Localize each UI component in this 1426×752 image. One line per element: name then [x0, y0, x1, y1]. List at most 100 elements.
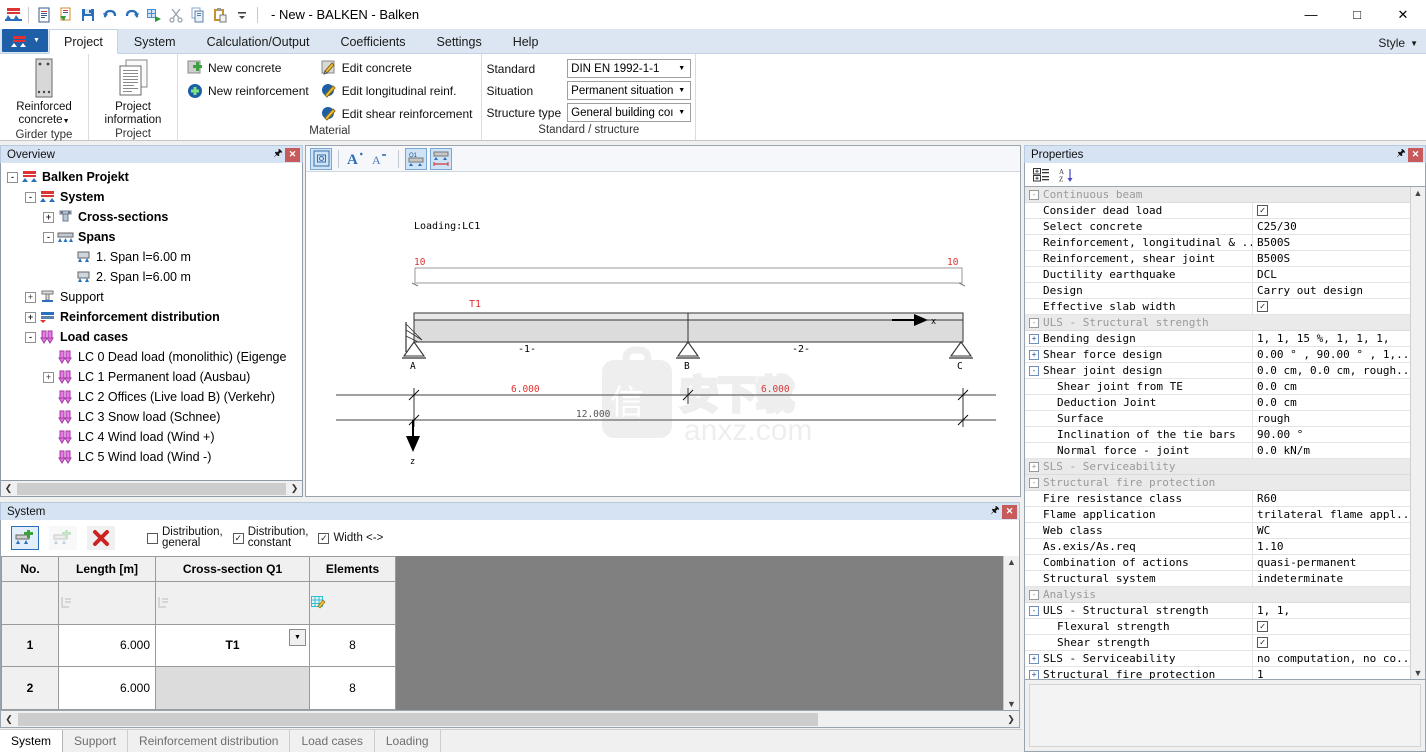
new-reinforcement-button[interactable]: New reinforcement	[182, 80, 314, 101]
row-2-cross-section[interactable]	[155, 666, 310, 710]
property-row-design[interactable]: Design Carry out design	[1025, 283, 1410, 299]
row-2-length[interactable]: 6.000	[58, 666, 156, 710]
property-value[interactable]: ✓	[1253, 619, 1410, 635]
property-value[interactable]: WC	[1253, 523, 1410, 539]
paste-icon[interactable]	[210, 5, 230, 25]
filter-length-icon[interactable]	[58, 581, 156, 625]
tree-item-lc-3-snow-load-schnee[interactable]: LC 3 Snow load (Schnee)	[1, 407, 302, 427]
property-row-effective-slab-width[interactable]: Effective slab width ✓	[1025, 299, 1410, 315]
property-value[interactable]: ✓	[1253, 203, 1410, 219]
property-row-analysis[interactable]: - Analysis	[1025, 587, 1410, 603]
situation-combobox[interactable]: Permanent situation ▼	[567, 81, 692, 100]
expand-icon[interactable]: +	[1029, 669, 1039, 679]
property-value[interactable]: 1, 1, 15 %, 1, 1, 1,	[1253, 331, 1410, 347]
property-value[interactable]: B500S	[1253, 251, 1410, 267]
decrease-font-icon[interactable]: A	[370, 148, 392, 170]
width-swap-checkbox[interactable]: ✓ Width <->	[318, 532, 383, 544]
close-button[interactable]: ✕	[1380, 0, 1426, 29]
chevron-down-icon[interactable]: ▼	[289, 628, 306, 646]
expand-icon[interactable]: +	[1029, 461, 1039, 472]
property-value[interactable]: DCL	[1253, 267, 1410, 283]
collapse-icon[interactable]: -	[1029, 365, 1039, 376]
pin-icon[interactable]: 🖈	[271, 148, 285, 162]
property-row-structural-system[interactable]: Structural system indeterminate	[1025, 571, 1410, 587]
property-value[interactable]: 1	[1253, 667, 1410, 679]
table-row[interactable]: 1 6.000 T1 ▼ 8	[1, 623, 396, 668]
property-value[interactable]: 0.0 cm	[1253, 379, 1410, 395]
tree-item-2-span-l-6-00-m[interactable]: 2. Span l=6.00 m	[1, 267, 302, 287]
scroll-left-icon[interactable]: ❮	[1, 483, 16, 494]
property-checkbox[interactable]: ✓	[1257, 621, 1268, 632]
alphabetical-sort-icon[interactable]: A Z	[1059, 167, 1075, 183]
property-row-combination-of-actions[interactable]: Combination of actions quasi-permanent	[1025, 555, 1410, 571]
tree-item-load-cases[interactable]: - Load cases	[1, 327, 302, 347]
overview-hscrollbar[interactable]: ❮ ❯	[0, 481, 303, 497]
insert-span-icon[interactable]	[49, 526, 77, 550]
property-row-select-concrete[interactable]: Select concrete C25/30	[1025, 219, 1410, 235]
property-row-shear-joint-from-te[interactable]: Shear joint from TE 0.0 cm	[1025, 379, 1410, 395]
scroll-up-icon[interactable]: ▲	[1007, 556, 1016, 568]
property-value[interactable]: R60	[1253, 491, 1410, 507]
application-menu-button[interactable]: ▼	[2, 29, 48, 52]
tree-item-lc-5-wind-load-wind[interactable]: LC 5 Wind load (Wind -)	[1, 447, 302, 467]
property-value[interactable]: indeterminate	[1253, 571, 1410, 587]
expand-icon[interactable]: +	[43, 371, 54, 383]
project-information-button[interactable]: Project information	[93, 54, 173, 127]
tab-help[interactable]: Help	[498, 29, 554, 53]
bottom-tab-load-cases[interactable]: Load cases	[290, 730, 375, 752]
bottom-tab-system[interactable]: System	[0, 730, 64, 752]
scroll-right-icon[interactable]: ❯	[287, 483, 302, 494]
show-dimensions-icon[interactable]	[430, 147, 452, 170]
property-row-normal-force-joint[interactable]: Normal force - joint 0.0 kN/m	[1025, 443, 1410, 459]
new-concrete-button[interactable]: New concrete	[182, 57, 314, 78]
scroll-left-icon[interactable]: ❮	[1, 714, 17, 725]
grid-edit-icon[interactable]	[309, 581, 396, 625]
undo-icon[interactable]	[100, 5, 120, 25]
property-row-structural-fire-protection[interactable]: + Structural fire protection 1	[1025, 667, 1410, 679]
structure-type-combobox[interactable]: General building coı ▼	[567, 103, 692, 122]
tree-item-spans[interactable]: - Spans	[1, 227, 302, 247]
distribution-constant-checkbox[interactable]: ✓ Distribution, constant	[232, 526, 308, 549]
property-checkbox[interactable]: ✓	[1257, 301, 1268, 312]
delete-span-icon[interactable]	[87, 526, 115, 550]
properties-grid[interactable]: - Continuous beam Consider dead load ✓ Selec…	[1024, 187, 1426, 680]
property-row-uls-structural-strength[interactable]: - ULS - Structural strength	[1025, 315, 1410, 331]
header-no[interactable]: No.	[1, 556, 59, 582]
property-value[interactable]: B500S	[1253, 235, 1410, 251]
property-row-flame-application[interactable]: Flame application trilateral flame appl..…	[1025, 507, 1410, 523]
property-row-ductility-earthquake[interactable]: Ductility earthquake DCL	[1025, 267, 1410, 283]
scroll-down-icon[interactable]: ▼	[1007, 698, 1016, 710]
property-row-inclination-of-the-tie-bars[interactable]: Inclination of the tie bars 90.00 °	[1025, 427, 1410, 443]
property-value[interactable]: 0.0 kN/m	[1253, 443, 1410, 459]
close-icon[interactable]: ✕	[285, 147, 300, 162]
expand-icon[interactable]: +	[1029, 349, 1039, 360]
property-row-uls-structural-strength[interactable]: - ULS - Structural strength 1, 1,	[1025, 603, 1410, 619]
categorized-icon[interactable]	[1033, 167, 1050, 183]
tree-item-lc-2-offices-live-load-b-verkehr[interactable]: LC 2 Offices (Live load B) (Verkehr)	[1, 387, 302, 407]
tab-calculation-output[interactable]: Calculation/Output	[192, 29, 325, 53]
edit-shear-reinforcement-button[interactable]: Edit shear reinforcement	[316, 103, 478, 124]
expand-icon[interactable]: +	[1029, 653, 1039, 664]
property-row-web-class[interactable]: Web class WC	[1025, 523, 1410, 539]
calculate-icon[interactable]	[144, 5, 164, 25]
scroll-up-icon[interactable]: ▲	[1414, 188, 1423, 198]
expand-icon[interactable]: +	[43, 211, 54, 223]
scroll-thumb[interactable]	[18, 712, 818, 726]
scroll-down-icon[interactable]: ▼	[1414, 668, 1423, 678]
property-value[interactable]: ✓	[1253, 635, 1410, 651]
customize-qat-icon[interactable]	[232, 5, 252, 25]
distribution-general-checkbox[interactable]: Distribution, general	[147, 526, 223, 549]
save-icon[interactable]	[78, 5, 98, 25]
tree-item-cross-sections[interactable]: + Cross-sections	[1, 207, 302, 227]
property-row-shear-force-design[interactable]: + Shear force design 0.00 ° , 90.00 ° , 1,…	[1025, 347, 1410, 363]
scroll-thumb[interactable]	[17, 482, 286, 495]
tree-item-reinforcement-distribution[interactable]: + Reinforcement distribution	[1, 307, 302, 327]
property-row-reinforcement-shear-joint[interactable]: Reinforcement, shear joint B500S	[1025, 251, 1410, 267]
close-icon[interactable]: ✕	[1408, 147, 1423, 162]
collapse-icon[interactable]: -	[1029, 605, 1039, 616]
spans-table[interactable]: No. Length [m] Cross-section Q1 Elements	[1, 556, 396, 710]
row-2-elements[interactable]: 8	[309, 666, 396, 710]
redo-icon[interactable]	[122, 5, 142, 25]
style-menu-button[interactable]: Style ▼	[1378, 36, 1418, 50]
bottom-tab-loading[interactable]: Loading	[375, 730, 441, 752]
